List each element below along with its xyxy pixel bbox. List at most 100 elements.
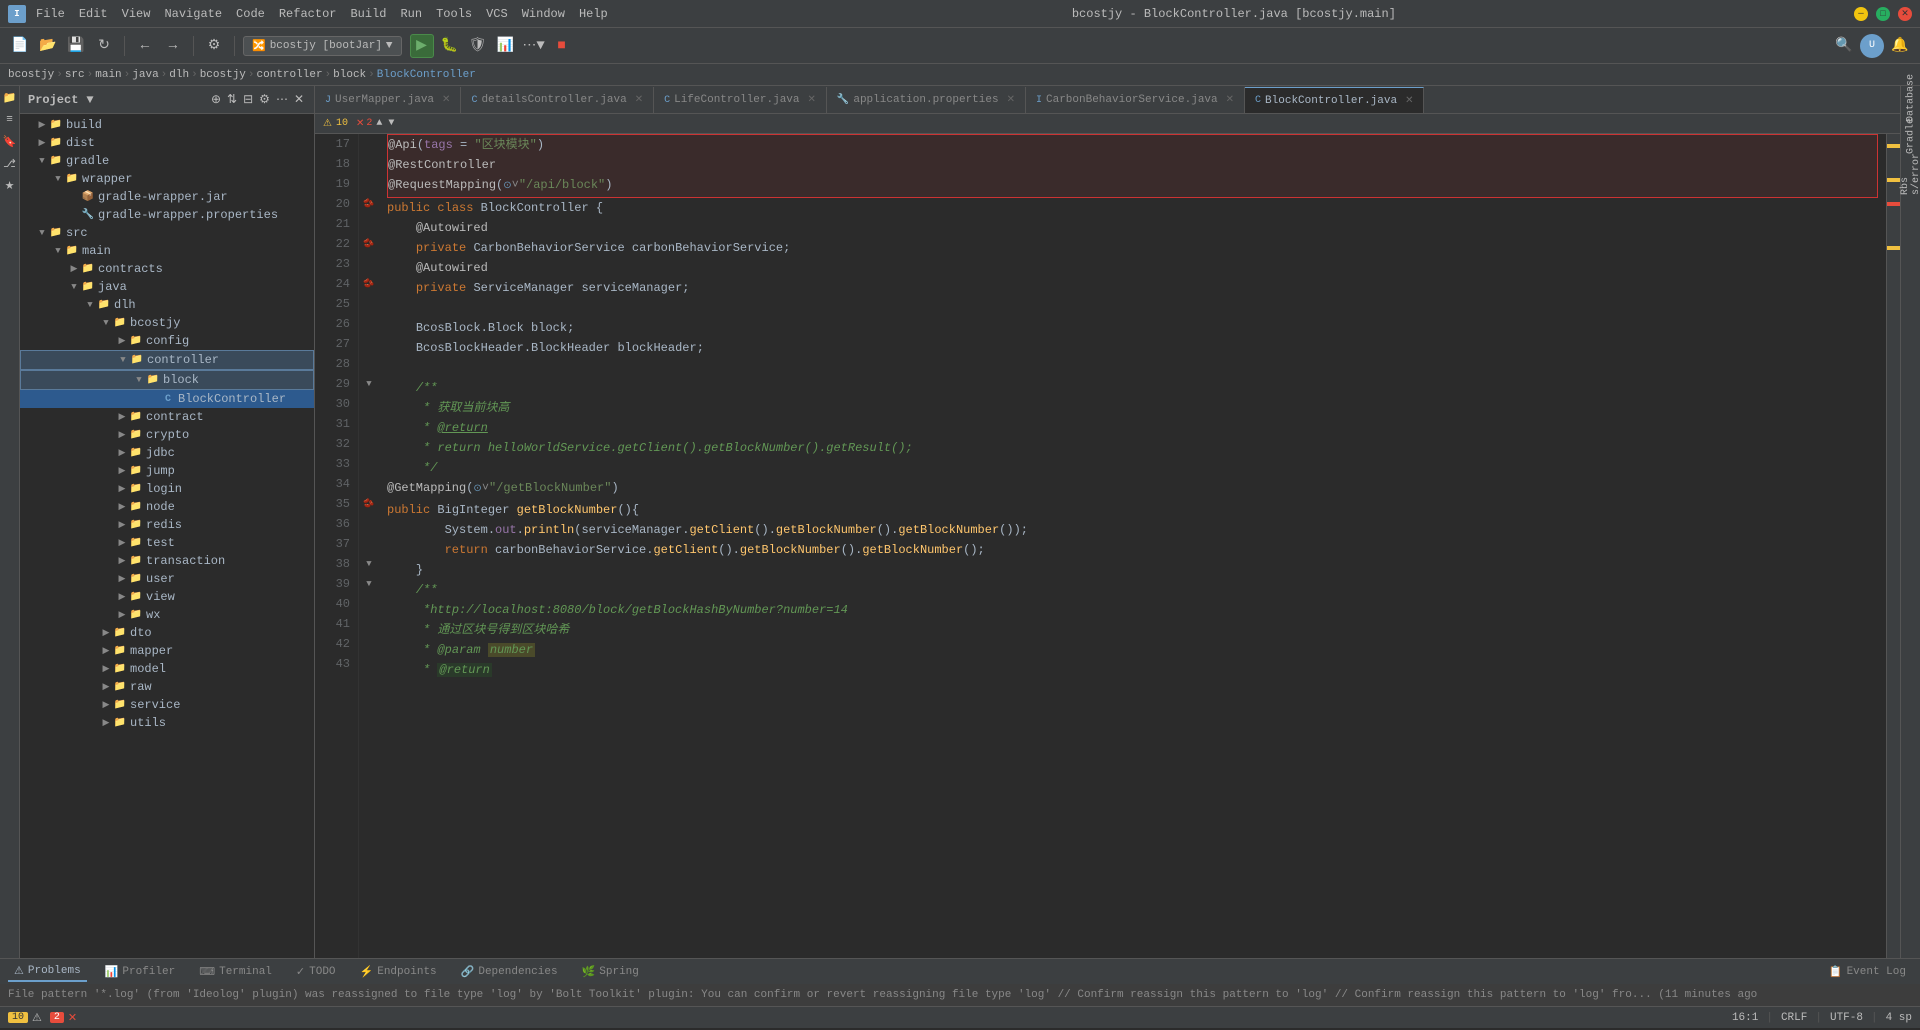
btab-dependencies[interactable]: 🔗 Dependencies (455, 963, 564, 981)
gutter-warning-mark-1[interactable] (1887, 144, 1900, 148)
tree-item-wrapper[interactable]: ▼ 📁 wrapper (20, 170, 314, 188)
tree-item-test[interactable]: ▶ 📁 test (20, 534, 314, 552)
gutter-warning-mark-3[interactable] (1887, 246, 1900, 250)
menu-help[interactable]: Help (573, 5, 614, 23)
btab-terminal[interactable]: ⌨ Terminal (193, 963, 278, 981)
fold-icon-29[interactable]: ▼ (359, 374, 379, 394)
menu-tools[interactable]: Tools (430, 5, 478, 23)
tree-item-user[interactable]: ▶ 📁 user (20, 570, 314, 588)
tab-close-block[interactable]: ✕ (1405, 95, 1413, 107)
menu-refactor[interactable]: Refactor (273, 5, 343, 23)
tree-item-dlh[interactable]: ▼ 📁 dlh (20, 296, 314, 314)
btab-todo[interactable]: ✓ TODO (290, 963, 342, 981)
open-button[interactable]: 📂 (36, 34, 60, 58)
tree-item-raw[interactable]: ▶ 📁 raw (20, 678, 314, 696)
gutter-warning-mark-2[interactable] (1887, 178, 1900, 182)
tab-usermapper[interactable]: J UserMapper.java ✕ (315, 87, 461, 113)
panel-settings-button[interactable]: ⋯ (274, 90, 290, 109)
tree-item-dist[interactable]: ▶ 📁 dist (20, 134, 314, 152)
hide-panel-button[interactable]: ✕ (292, 90, 306, 109)
tree-item-model[interactable]: ▶ 📁 model (20, 660, 314, 678)
tree-item-contracts[interactable]: ▶ 📁 contracts (20, 260, 314, 278)
tree-item-node[interactable]: ▶ 📁 node (20, 498, 314, 516)
structure-icon[interactable]: ≡ (2, 112, 18, 128)
tree-item-controller[interactable]: ▼ 📁 controller (20, 350, 314, 370)
sync-button[interactable]: ↻ (92, 34, 116, 58)
gutter-bean-24[interactable]: 🫘 (359, 274, 379, 294)
tree-item-gradle-wrapper-prop[interactable]: 🔧 gradle-wrapper.properties (20, 206, 314, 224)
gutter-bean-20[interactable]: 🫘 (359, 194, 379, 214)
menu-vcs[interactable]: VCS (480, 5, 514, 23)
tree-item-crypto[interactable]: ▶ 📁 crypto (20, 426, 314, 444)
tab-close-usermapper[interactable]: ✕ (442, 94, 450, 106)
code-editor[interactable]: @Api(tags = "区块模块") @RestController @Req… (379, 134, 1886, 958)
run-button[interactable]: ▶ (410, 34, 434, 58)
breadcrumb-part-3[interactable]: java (132, 69, 158, 81)
tree-item-block[interactable]: ▼ 📁 block (20, 370, 314, 390)
vcs-icon[interactable]: ⎇ (2, 156, 18, 172)
tree-item-utils[interactable]: ▶ 📁 utils (20, 714, 314, 732)
tab-close-appprop[interactable]: ✕ (1007, 94, 1015, 106)
gutter-bean-22[interactable]: 🫘 (359, 234, 379, 254)
breadcrumb-part-0[interactable]: bcostjy (8, 69, 54, 81)
run-config-dropdown[interactable]: 🔀 bcostjy [bootJar] ▼ (243, 36, 402, 56)
tree-item-main[interactable]: ▼ 📁 main (20, 242, 314, 260)
tree-item-redis[interactable]: ▶ 📁 redis (20, 516, 314, 534)
rbs-panel-icon[interactable]: Rbs s/error (1903, 166, 1919, 182)
tree-item-block-controller[interactable]: C BlockController (20, 390, 314, 408)
tree-item-build[interactable]: ▶ 📁 build (20, 116, 314, 134)
breadcrumb-current[interactable]: BlockController (377, 69, 476, 81)
tab-detailscontroller[interactable]: C detailsController.java ✕ (461, 87, 654, 113)
minimize-button[interactable]: ─ (1854, 7, 1868, 21)
tree-item-mapper[interactable]: ▶ 📁 mapper (20, 642, 314, 660)
tree-item-contract[interactable]: ▶ 📁 contract (20, 408, 314, 426)
tree-item-bcostjy[interactable]: ▼ 📁 bcostjy (20, 314, 314, 332)
btab-endpoints[interactable]: ⚡ Endpoints (354, 963, 443, 981)
forward-button[interactable]: → (161, 34, 185, 58)
save-button[interactable]: 💾 (64, 34, 88, 58)
project-dropdown[interactable]: ▼ (86, 93, 93, 107)
back-button[interactable]: ← (133, 34, 157, 58)
breadcrumb-part-7[interactable]: block (333, 69, 366, 81)
breadcrumb-part-5[interactable]: bcostjy (200, 69, 246, 81)
breadcrumb-part-6[interactable]: controller (257, 69, 323, 81)
tree-item-wx[interactable]: ▶ 📁 wx (20, 606, 314, 624)
tab-carbonbehavior[interactable]: I CarbonBehaviorService.java ✕ (1026, 87, 1245, 113)
tree-item-java[interactable]: ▼ 📁 java (20, 278, 314, 296)
menu-file[interactable]: File (30, 5, 71, 23)
btab-event-log[interactable]: 📋 Event Log (1823, 963, 1912, 981)
menu-edit[interactable]: Edit (73, 5, 114, 23)
btab-problems[interactable]: ⚠ Problems (8, 962, 87, 982)
settings-button[interactable]: ⚙ (202, 34, 226, 58)
menu-run[interactable]: Run (394, 5, 428, 23)
tree-item-config[interactable]: ▶ 📁 config (20, 332, 314, 350)
user-icon[interactable]: U (1860, 34, 1884, 58)
tree-item-gradle-wrapper-jar[interactable]: 📦 gradle-wrapper.jar (20, 188, 314, 206)
tab-lifecontroller[interactable]: C LifeController.java ✕ (654, 87, 827, 113)
settings-gear-button[interactable]: ⚙ (257, 90, 272, 109)
gutter-bean-35[interactable]: 🫘 (359, 494, 379, 514)
tree-item-jump[interactable]: ▶ 📁 jump (20, 462, 314, 480)
tree-item-dto[interactable]: ▶ 📁 dto (20, 624, 314, 642)
tab-close-carbon[interactable]: ✕ (1226, 94, 1234, 106)
coverage-button[interactable]: 🛡 (466, 34, 490, 58)
menu-navigate[interactable]: Navigate (158, 5, 228, 23)
profile-button[interactable]: 📊 (494, 34, 518, 58)
gradle-panel-icon[interactable]: Gradle (1903, 128, 1919, 144)
tab-close-life[interactable]: ✕ (808, 94, 816, 106)
tree-item-gradle[interactable]: ▼ 📁 gradle (20, 152, 314, 170)
project-title[interactable]: Project (28, 93, 78, 107)
breadcrumb-part-2[interactable]: main (95, 69, 121, 81)
debug-button[interactable]: 🐛 (438, 34, 462, 58)
fold-icon-39[interactable]: ▼ (359, 574, 379, 594)
tree-item-login[interactable]: ▶ 📁 login (20, 480, 314, 498)
maximize-button[interactable]: □ (1876, 7, 1890, 21)
expand-button[interactable]: ⇅ (225, 90, 239, 109)
more-run-button[interactable]: ⋯▼ (522, 34, 546, 58)
btab-profiler[interactable]: 📊 Profiler (99, 963, 182, 981)
locate-file-button[interactable]: ⊕ (209, 90, 223, 109)
tab-application-prop[interactable]: 🔧 application.properties ✕ (827, 87, 1026, 113)
gutter-error-mark-1[interactable] (1887, 202, 1900, 206)
btab-spring[interactable]: 🌿 Spring (576, 963, 645, 981)
collapse-all-button[interactable]: ⊟ (241, 90, 255, 109)
